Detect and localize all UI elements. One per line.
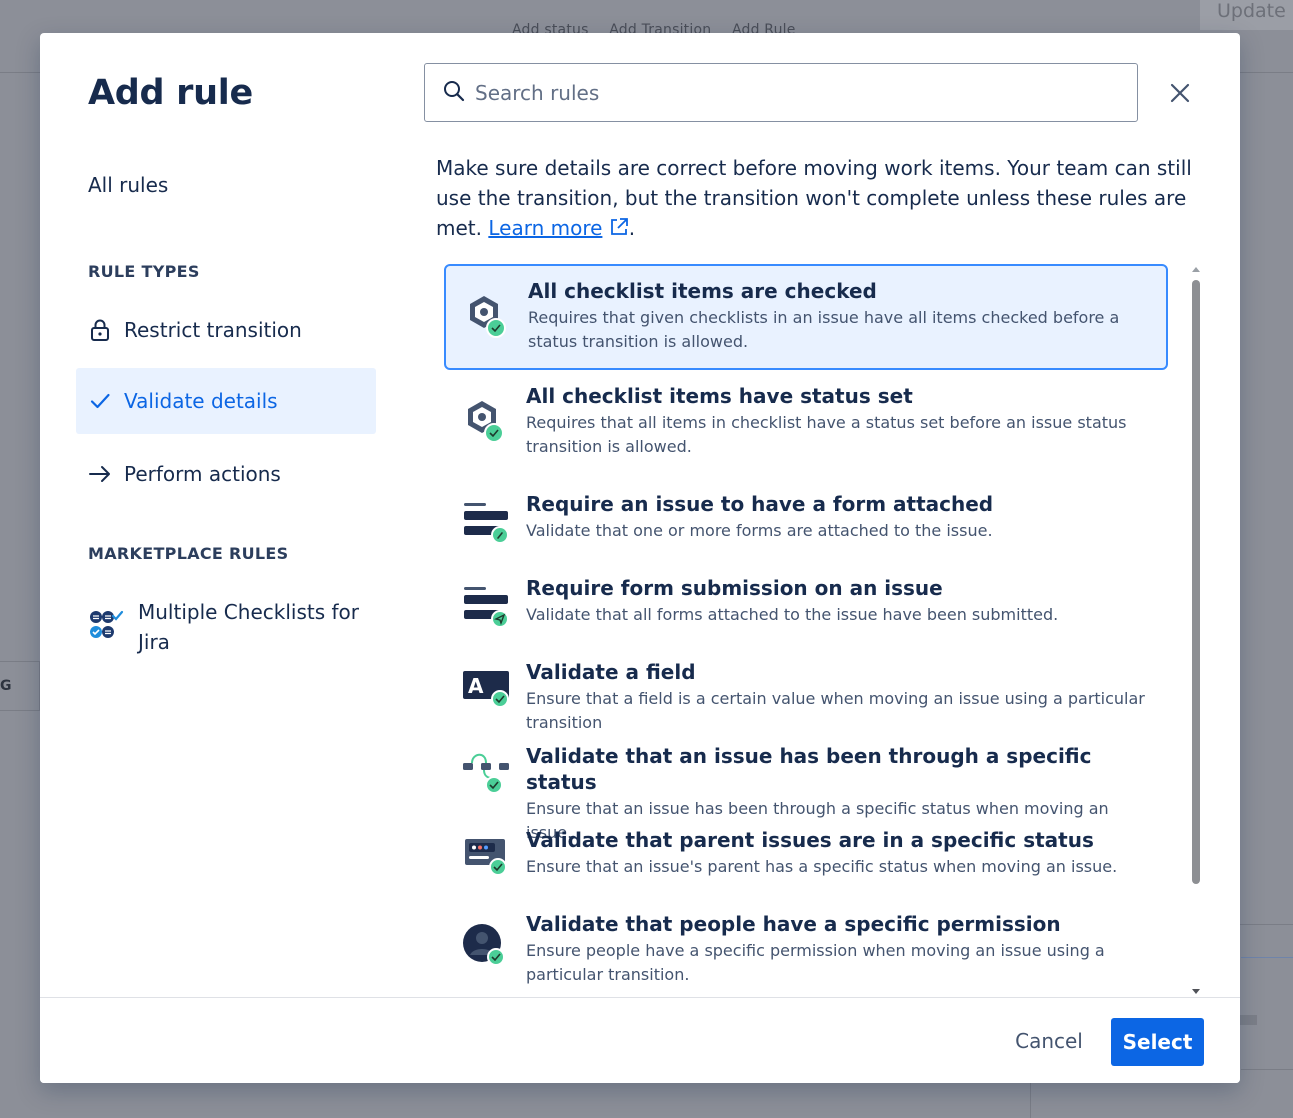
rule-title: Require an issue to have a form attached xyxy=(526,492,994,516)
search-icon xyxy=(443,80,465,106)
modal-title: Add rule xyxy=(88,73,253,113)
person-permission-icon xyxy=(462,921,510,969)
field-icon: A xyxy=(462,663,510,711)
rule-item-parent-status[interactable]: Validate that parent issues are in a spe… xyxy=(444,827,1168,907)
scrollbar-thumb[interactable] xyxy=(1192,280,1200,884)
nav-perform-actions[interactable]: Perform actions xyxy=(76,441,376,507)
rule-description: Ensure people have a specific permission… xyxy=(526,941,1105,984)
rule-description: Ensure that a field is a certain value w… xyxy=(526,689,1145,732)
nav-perform-label: Perform actions xyxy=(124,462,281,486)
select-button[interactable]: Select xyxy=(1111,1018,1204,1066)
rule-item-form-submission[interactable]: Require form submission on an issue Vali… xyxy=(444,575,1168,655)
status-path-icon xyxy=(462,749,510,797)
section-marketplace-rules: MARKETPLACE RULES xyxy=(88,544,289,563)
close-icon xyxy=(1170,83,1190,103)
rule-title: All checklist items have status set xyxy=(526,384,913,408)
search-box[interactable] xyxy=(424,63,1138,122)
search-input[interactable] xyxy=(475,80,1095,105)
rule-list: All checklist items are checked Requires… xyxy=(444,261,1174,997)
rules-description: Make sure details are correct before mov… xyxy=(436,153,1196,243)
rule-title: Require form submission on an issue xyxy=(526,576,943,600)
rule-item-through-status[interactable]: Validate that an issue has been through … xyxy=(444,743,1168,842)
rule-title: All checklist items are checked xyxy=(528,279,877,303)
form-attach-icon xyxy=(462,499,510,547)
rule-sidebar: Add rule All rules RULE TYPES Restrict t… xyxy=(40,33,400,997)
rule-description: Requires that all items in checklist hav… xyxy=(526,413,1127,456)
rule-title: Validate that an issue has been through … xyxy=(526,744,1092,794)
description-suffix: . xyxy=(628,216,636,240)
rule-item-form-attached[interactable]: Require an issue to have a form attached… xyxy=(444,491,1168,571)
svg-text:A: A xyxy=(468,674,484,698)
rule-title: Validate a field xyxy=(526,660,696,684)
rule-item-checklist-checked[interactable]: All checklist items are checked Requires… xyxy=(444,264,1168,370)
learn-more-link[interactable]: Learn more xyxy=(488,216,602,240)
add-rule-modal: Add rule All rules RULE TYPES Restrict t… xyxy=(40,33,1240,1083)
background-left-fragment: G xyxy=(0,661,40,711)
check-icon xyxy=(88,389,112,413)
rule-title: Validate that parent issues are in a spe… xyxy=(526,828,1094,852)
nav-validate-label: Validate details xyxy=(124,389,278,413)
rule-description: Ensure that an issue's parent has a spec… xyxy=(526,857,1118,876)
nav-multiple-checklists[interactable]: Multiple Checklists for Jira xyxy=(76,597,376,663)
parent-status-icon xyxy=(462,833,510,881)
nav-validate-details[interactable]: Validate details xyxy=(76,368,376,434)
section-rule-types: RULE TYPES xyxy=(88,262,200,281)
checklist-hex-icon xyxy=(462,397,510,445)
rule-item-validate-field[interactable]: A Validate a field Ensure that a field i… xyxy=(444,659,1168,739)
cancel-button[interactable]: Cancel xyxy=(1004,1018,1094,1064)
rule-title: Validate that people have a specific per… xyxy=(526,912,1061,936)
rule-item-checklist-status[interactable]: All checklist items have status set Requ… xyxy=(444,383,1168,483)
nav-restrict-transition[interactable]: Restrict transition xyxy=(76,297,376,363)
arrow-right-icon xyxy=(88,462,112,486)
form-submit-icon xyxy=(462,583,510,631)
modal-footer: Cancel Select xyxy=(40,997,1240,1083)
rule-description: Requires that given checklists in an iss… xyxy=(528,308,1120,351)
external-link-icon xyxy=(609,216,629,240)
rule-item-people-permission[interactable]: Validate that people have a specific per… xyxy=(444,911,1168,997)
checklist-hex-icon xyxy=(464,292,512,340)
rule-description: Validate that one or more forms are atta… xyxy=(526,521,993,540)
multiple-checklists-logo-icon xyxy=(88,607,124,643)
nav-all-rules[interactable]: All rules xyxy=(88,173,168,197)
background-update-button: Update xyxy=(1200,0,1293,30)
lock-icon xyxy=(88,318,112,342)
nav-marketplace-label: Multiple Checklists for Jira xyxy=(138,600,359,654)
nav-restrict-label: Restrict transition xyxy=(124,318,302,342)
rule-description: Validate that all forms attached to the … xyxy=(526,605,1059,624)
close-button[interactable] xyxy=(1164,77,1196,109)
